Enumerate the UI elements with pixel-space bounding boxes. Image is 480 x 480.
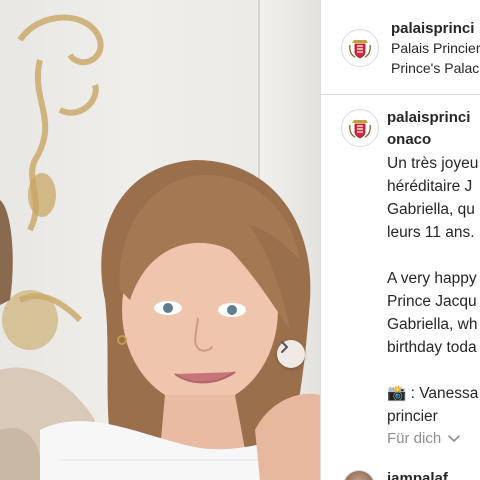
caption-line: leurs 11 ans. — [387, 224, 475, 241]
caption-line: A very happy — [387, 270, 477, 287]
account-avatar[interactable] — [341, 29, 379, 67]
for-you-dropdown[interactable]: Für dich — [387, 430, 461, 447]
carousel-next-button[interactable] — [277, 340, 305, 368]
caption-line: Prince Jacqu — [387, 293, 477, 310]
account-username[interactable]: palaisprinci — [391, 20, 474, 37]
comment-username[interactable]: jampalaf — [387, 470, 448, 480]
photo-illustration — [0, 14, 320, 480]
caption-avatar[interactable] — [341, 109, 379, 147]
caption-line: birthday toda — [387, 339, 477, 356]
post-sidebar: palaisprinci Palais Princier Prince's Pa… — [320, 0, 480, 480]
caption-line: Gabriella, wh — [387, 316, 478, 333]
caption-line: 📸 : Vanessa — [387, 385, 479, 402]
for-you-label: Für dich — [387, 430, 442, 447]
post-header: palaisprinci Palais Princier Prince's Pa… — [321, 0, 480, 95]
coat-of-arms-icon — [349, 120, 371, 139]
chevron-down-icon — [448, 434, 460, 442]
coat-of-arms-icon — [349, 40, 371, 59]
comment-avatar[interactable] — [343, 470, 375, 480]
caption-line: Un très joyeu — [387, 155, 479, 172]
caption-line: Gabriella, qu — [387, 201, 475, 218]
chevron-right-icon — [281, 341, 288, 353]
caption-line: princier — [387, 408, 438, 425]
caption-line: héréditaire J — [387, 178, 473, 195]
account-name-english: Prince's Palac — [391, 60, 480, 76]
post-photo[interactable] — [0, 0, 320, 480]
caption-username-continued[interactable]: onaco — [387, 131, 431, 148]
account-name-french: Palais Princier — [391, 40, 480, 56]
caption-username[interactable]: palaisprinci — [387, 109, 470, 126]
gold-ornament — [17, 14, 104, 323]
caption-text: Un très joyeu héréditaire J Gabriella, q… — [387, 152, 480, 428]
